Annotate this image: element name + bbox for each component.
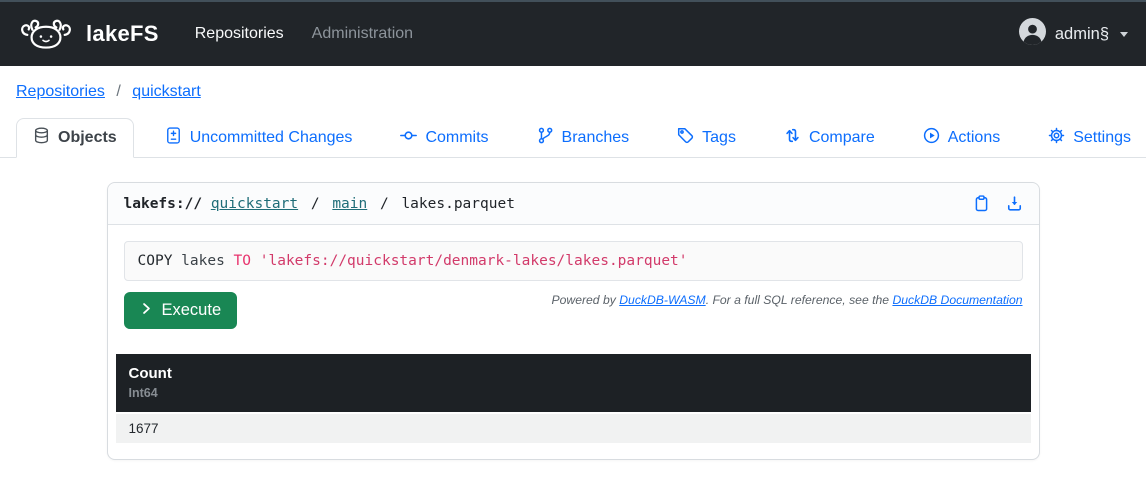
sql-editor[interactable]: COPY lakes TO 'lakefs://quickstart/denma… [124,241,1023,281]
tab-label: Tags [702,129,736,147]
path-branch-link[interactable]: main [332,196,367,212]
execute-label: Execute [162,301,222,320]
sql-to-keyword: TO [234,253,251,269]
tab-label: Compare [809,129,875,147]
tab-objects[interactable]: Objects [16,118,134,158]
breadcrumb-quickstart[interactable]: quickstart [132,83,200,100]
play-circle-icon [923,127,940,149]
user-name: admin§ [1055,25,1109,44]
top-navbar: lakeFS Repositories Administration admin… [0,0,1146,66]
object-actions [973,195,1023,212]
user-menu[interactable]: admin§ [1019,18,1128,50]
execute-button[interactable]: Execute [124,292,238,329]
tab-label: Commits [425,129,488,147]
tab-branches[interactable]: Branches [520,118,647,158]
object-path: lakefs:// quickstart / main / lakes.parq… [124,196,515,212]
results-column-header: Count Int64 [116,354,1031,412]
tab-label: Branches [562,129,630,147]
object-viewer-card: lakefs:// quickstart / main / lakes.parq… [107,182,1040,460]
sql-copy-keyword: COPY [138,253,173,269]
path-repo-link[interactable]: quickstart [211,196,298,212]
tab-label: Uncommitted Changes [190,129,353,147]
main-nav: Repositories Administration [195,25,413,43]
chevron-down-icon [1120,32,1128,37]
column-name: Count [129,363,1018,384]
nav-item-administration[interactable]: Administration [312,25,413,43]
column-type: Int64 [129,385,1018,402]
duckdb-wasm-link[interactable]: DuckDB-WASM [619,293,705,307]
user-avatar-icon [1019,18,1046,50]
brand-title: lakeFS [86,21,159,47]
tab-label: Settings [1073,129,1131,147]
repository-tabs: Objects Uncommitted Changes Commits [0,118,1146,158]
compare-icon [784,127,801,149]
execute-row: Execute Powered by DuckDB-WASM. For a fu… [124,292,1023,329]
tab-actions[interactable]: Actions [906,118,1017,158]
breadcrumb: Repositories / quickstart [0,66,1146,101]
tab-settings[interactable]: Settings [1031,118,1146,158]
nav-item-repositories[interactable]: Repositories [195,25,284,43]
tab-label: Actions [948,129,1000,147]
tab-commits[interactable]: Commits [383,118,505,158]
query-results-table: Count Int64 1677 [116,354,1031,443]
clipboard-icon[interactable] [973,195,990,212]
powered-by-note: Powered by DuckDB-WASM. For a full SQL r… [551,293,1022,307]
tab-compare[interactable]: Compare [767,118,892,158]
sql-table-name: lakes [181,253,225,269]
tab-tags[interactable]: Tags [660,118,753,158]
powered-by-prefix: Powered by [551,293,619,307]
tab-uncommitted-changes[interactable]: Uncommitted Changes [148,118,370,158]
cell-value: 1677 [129,421,159,436]
breadcrumb-separator: / [116,83,120,100]
chevron-right-icon [140,301,153,320]
database-icon [33,127,50,149]
commit-icon [400,127,417,149]
file-diff-icon [165,127,182,149]
breadcrumb-repositories[interactable]: Repositories [16,83,105,100]
powered-by-middle: . For a full SQL reference, see the [706,293,893,307]
lakefs-brand[interactable]: lakeFS [18,14,159,54]
tab-label: Objects [58,129,117,147]
download-icon[interactable] [1006,195,1023,212]
path-scheme: lakefs:// [124,196,203,212]
tag-icon [677,127,694,149]
axolotl-logo-icon [18,14,74,54]
branch-icon [537,127,554,149]
path-separator: / [380,196,389,212]
path-filename: lakes.parquet [401,196,515,212]
sql-string-literal: 'lakefs://quickstart/denmark-lakes/lakes… [260,253,688,269]
path-separator: / [311,196,320,212]
table-row: 1677 [116,412,1031,443]
gear-icon [1048,127,1065,149]
object-card-body: COPY lakes TO 'lakefs://quickstart/denma… [108,225,1039,459]
duckdb-docs-link[interactable]: DuckDB Documentation [892,293,1022,307]
object-path-header: lakefs:// quickstart / main / lakes.parq… [108,183,1039,225]
